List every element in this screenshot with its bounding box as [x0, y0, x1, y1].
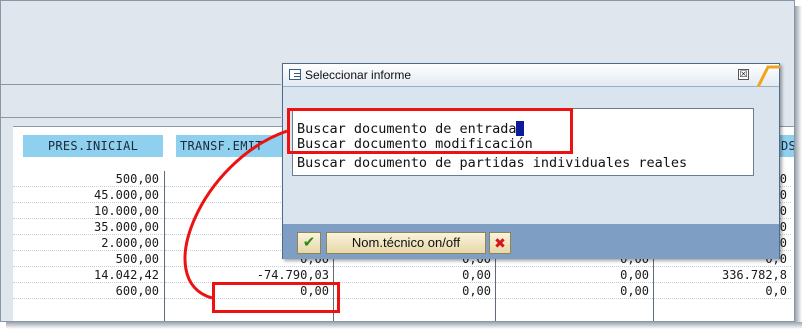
- sap-report-window: PRES.INICIAL TRANSF.EMIT DS 500,00 45.00…: [0, 0, 795, 322]
- window-shadow-bottom: [6, 322, 802, 329]
- window-shadow-right: [795, 6, 802, 329]
- annotation-arrow: [183, 129, 288, 300]
